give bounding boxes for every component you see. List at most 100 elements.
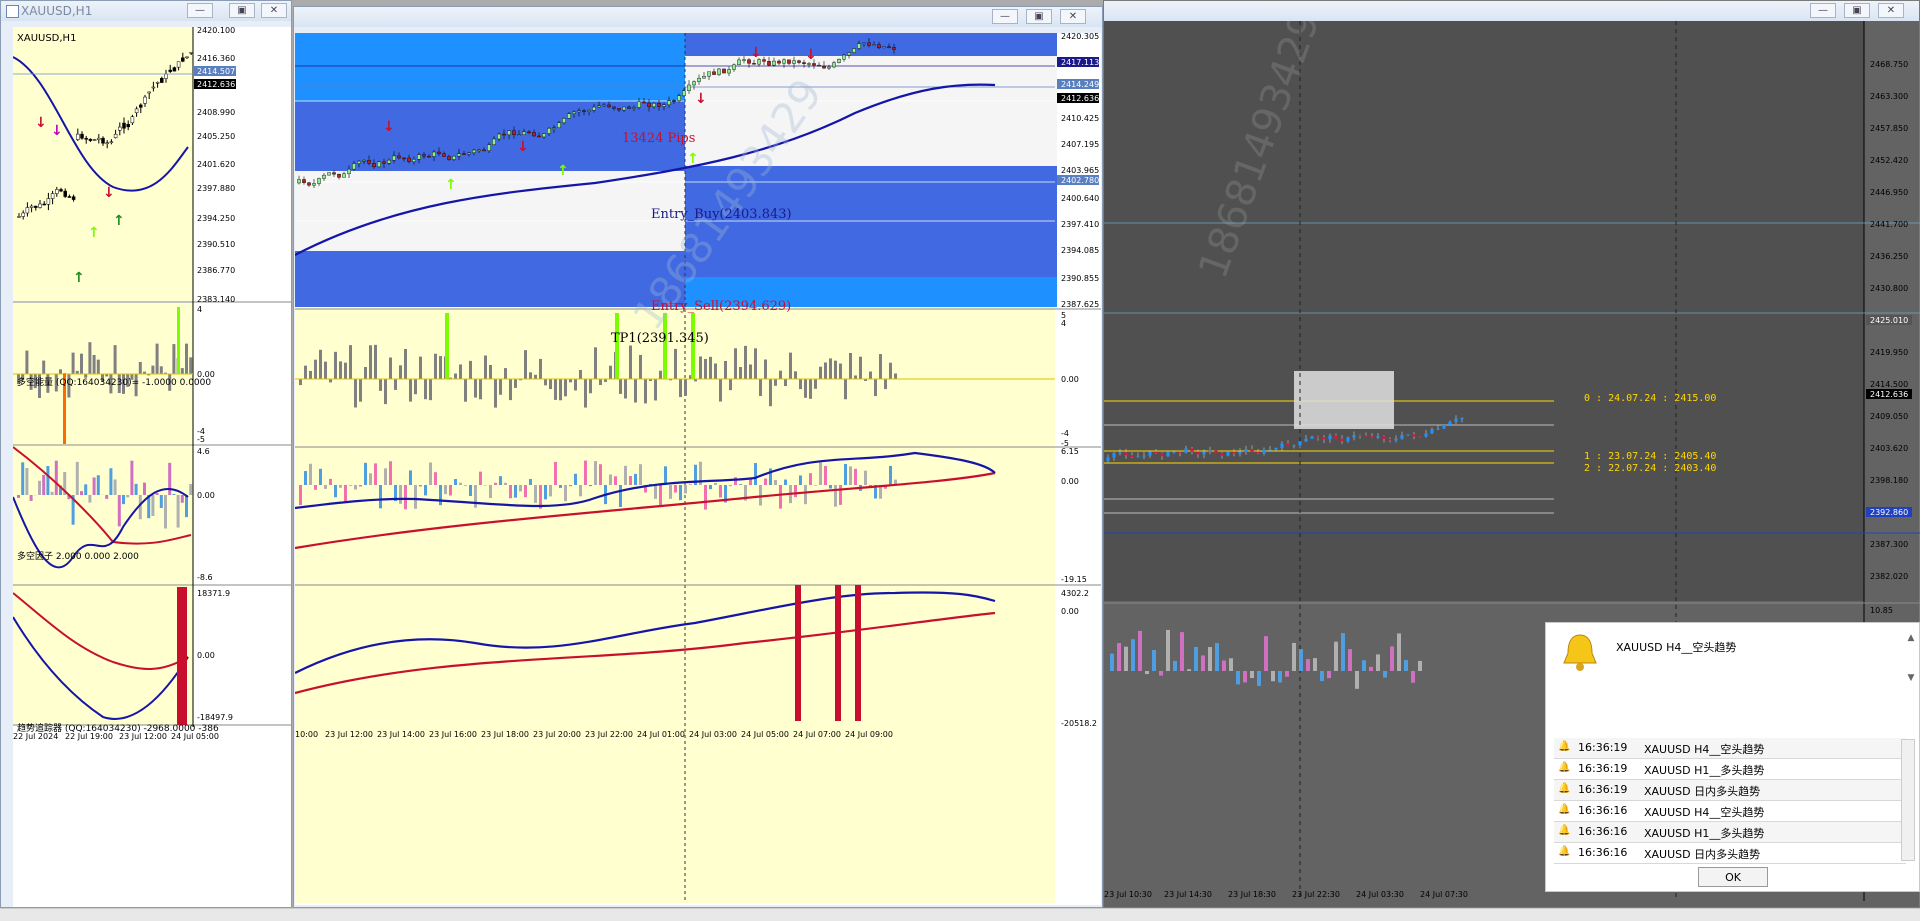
factor-bar: [844, 464, 847, 485]
candle: [1334, 435, 1337, 438]
factor-bar: [524, 485, 527, 497]
alert-list-item[interactable]: 🔔16:36:16XAUUSD H1__多头趋势: [1554, 822, 1906, 843]
energy-bar: [719, 379, 722, 402]
energy-bar: [759, 379, 762, 396]
candle: [717, 69, 720, 75]
factor-bar: [181, 495, 184, 503]
candle: [787, 60, 790, 64]
energy-bar: [824, 362, 827, 379]
candle: [60, 189, 63, 191]
chart-window-2[interactable]: — ▣ ✕ ↓↓↓↓↓↑↑↑2420.3052417.1132414.24924…: [293, 6, 1103, 908]
candle: [842, 55, 845, 59]
candle: [26, 208, 29, 213]
candle: [43, 204, 46, 205]
bell-icon: 🔔: [1558, 846, 1570, 857]
candle: [492, 139, 495, 145]
minimize-button[interactable]: —: [1810, 3, 1836, 18]
bell-icon: 🔔: [1558, 741, 1570, 752]
energy-bar: [839, 364, 842, 379]
candle: [602, 105, 605, 106]
candle: [712, 72, 715, 75]
alert-dialog[interactable]: XAUUSD H4__空头趋势 ▲▼ 🔔16:36:19XAUUSD H4__空…: [1545, 622, 1920, 892]
factor-bar: [1257, 671, 1261, 686]
candle: [887, 47, 890, 48]
zone-white: [295, 171, 685, 251]
price-axis-label: 2452.420: [1870, 156, 1908, 165]
factor-bar: [359, 485, 362, 487]
energy-bar: [394, 379, 397, 390]
candle: [442, 154, 445, 157]
factor-bar: [439, 485, 442, 505]
factor-bar: [449, 485, 452, 496]
maximize-button[interactable]: ▣: [1026, 9, 1052, 24]
energy-bar: [399, 365, 402, 379]
window-titlebar[interactable]: XAUUSD,H1 — ▣ ✕: [1, 1, 291, 21]
price-axis-label: 2463.300: [1870, 92, 1908, 101]
candle: [547, 128, 550, 133]
trend-bar: [795, 585, 801, 721]
energy-bar: [354, 379, 357, 407]
factor-bar: [1376, 654, 1380, 671]
factor-bar: [419, 485, 422, 486]
zone-top-blue: [685, 33, 1057, 56]
energy-bar: [509, 379, 512, 400]
candle: [542, 134, 545, 137]
candle: [1274, 448, 1277, 450]
maximize-button[interactable]: ▣: [1844, 3, 1870, 18]
factor-bar: [864, 471, 867, 485]
alert-list-item[interactable]: 🔔16:36:16XAUUSD 日内多头趋势: [1554, 843, 1906, 864]
price-chart-main[interactable]: ↓↓↓↓↓↑↑↑2420.3052417.1132414.2492412.636…: [295, 33, 1101, 905]
energy-bar: [479, 379, 482, 399]
alert-list-item[interactable]: 🔔16:36:19XAUUSD 日内多头趋势: [1554, 780, 1906, 801]
factor-bar: [126, 495, 129, 497]
time-axis-label: 23 Jul 22:00: [585, 730, 633, 739]
energy-bar: [499, 379, 502, 395]
alert-list-item[interactable]: 🔔16:36:19XAUUSD H1__多头趋势: [1554, 759, 1906, 780]
factor-bar: [589, 485, 592, 486]
candle: [422, 155, 425, 157]
bell-icon: 🔔: [1558, 804, 1570, 815]
close-button[interactable]: ✕: [261, 3, 287, 18]
candle: [1256, 452, 1259, 453]
time-axis-label: 24 Jul 05:00: [741, 730, 789, 739]
factor-bar: [674, 485, 677, 492]
energy-bar: [884, 379, 887, 389]
signal-arrow: ↓: [750, 45, 762, 61]
alert-time: 16:36:19: [1578, 762, 1627, 775]
alert-list-item[interactable]: 🔔16:36:19XAUUSD H4__空头趋势: [1554, 738, 1906, 759]
price-chart-main[interactable]: ↓↓↓↑↑↑2420.1002416.3602414.5072412.63624…: [13, 27, 291, 907]
candle: [582, 111, 585, 112]
alert-list-scrollbar[interactable]: [1901, 739, 1915, 861]
candle: [877, 45, 880, 48]
alert-scrollbar-top[interactable]: ▲▼: [1905, 633, 1917, 703]
energy-bar: [404, 349, 407, 379]
candle: [317, 178, 320, 183]
factor-bar: [354, 485, 357, 490]
maximize-button[interactable]: ▣: [229, 3, 255, 18]
energy-bar: [889, 363, 892, 379]
factor-bar: [1285, 671, 1289, 677]
factor-bar: [25, 468, 28, 495]
price-axis-label: 2446.950: [1870, 188, 1908, 197]
candle: [807, 63, 810, 64]
candle: [81, 134, 84, 138]
factor-bar: [42, 475, 45, 495]
factor-bar: [1320, 671, 1324, 681]
time-axis-label: 10:00: [295, 730, 318, 739]
minimize-button[interactable]: —: [187, 3, 213, 18]
alert-list-item[interactable]: 🔔16:36:16XAUUSD H4__空头趋势: [1554, 801, 1906, 822]
close-button[interactable]: ✕: [1878, 3, 1904, 18]
energy-bar: [309, 371, 312, 379]
candle: [512, 131, 515, 135]
close-button[interactable]: ✕: [1060, 9, 1086, 24]
factor-bar: [514, 485, 517, 498]
window-titlebar[interactable]: — ▣ ✕: [1104, 1, 1919, 21]
window-titlebar[interactable]: — ▣ ✕: [294, 7, 1102, 27]
chart-window-1[interactable]: XAUUSD,H1 — ▣ ✕ ↓↓↓↑↑↑2420.1002416.36024…: [0, 0, 292, 908]
minimize-button[interactable]: —: [992, 9, 1018, 24]
signal-arrow: ↑: [113, 213, 125, 229]
ok-button[interactable]: OK: [1698, 867, 1768, 887]
alert-list[interactable]: 🔔16:36:19XAUUSD H4__空头趋势🔔16:36:19XAUUSD …: [1554, 738, 1906, 864]
price-axis-label: 2405.250: [197, 132, 235, 141]
factor-bar: [584, 461, 587, 485]
